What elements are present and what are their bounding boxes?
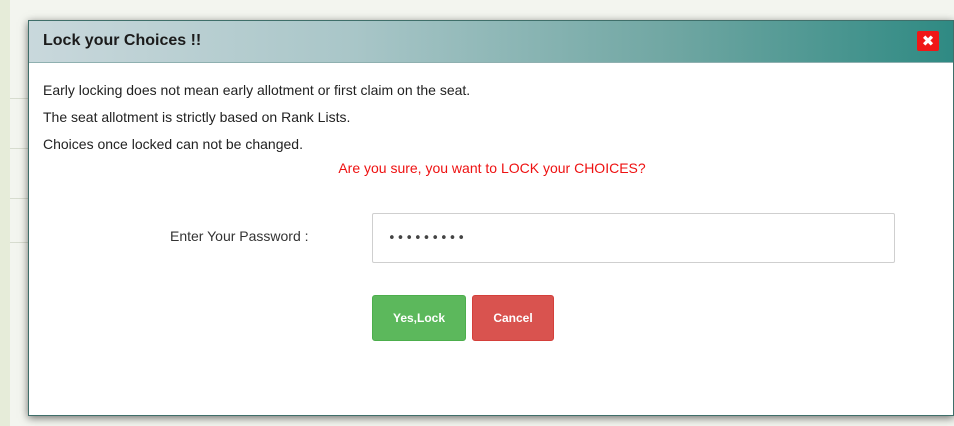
background-divider [10, 98, 30, 99]
dialog-title: Lock your Choices !! [43, 32, 202, 49]
yes-lock-button[interactable]: Yes,Lock [372, 295, 466, 341]
lock-choices-dialog: Lock your Choices !! ✖ Early locking doe… [28, 20, 954, 416]
background-divider [10, 148, 30, 149]
close-icon[interactable]: ✖ [917, 31, 939, 51]
dialog-header: Lock your Choices !! ✖ [29, 21, 953, 63]
background-divider [10, 242, 30, 243]
password-label: Enter Your Password : [170, 228, 309, 244]
message-line: Early locking does not mean early allotm… [43, 82, 471, 98]
background-divider [10, 198, 30, 199]
cancel-button[interactable]: Cancel [472, 295, 554, 341]
dialog-body: Early locking does not mean early allotm… [29, 63, 953, 178]
password-field[interactable] [372, 213, 895, 263]
message-line: Choices once locked can not be changed. [43, 136, 303, 152]
message-line: The seat allotment is strictly based on … [43, 109, 351, 125]
lock-warning-text: Are you sure, you want to LOCK your CHOI… [338, 160, 646, 176]
